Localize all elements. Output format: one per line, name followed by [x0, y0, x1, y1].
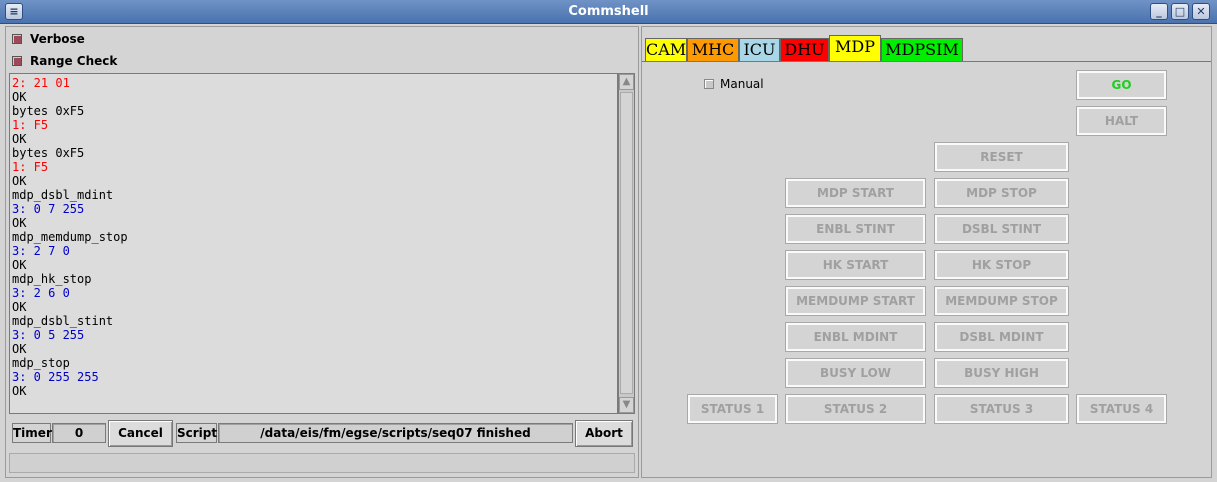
- dsbl-stint-button[interactable]: DSBL STINT: [934, 214, 1069, 244]
- console-line: 3: 2 6 0: [12, 286, 70, 300]
- scroll-down-arrow-icon[interactable]: ▼: [619, 397, 634, 413]
- tab-mdpsim[interactable]: MDPSIM: [881, 38, 963, 62]
- console-scrollbar[interactable]: ▲ ▼: [618, 73, 635, 414]
- close-button[interactable]: ✕: [1192, 3, 1210, 20]
- go-button[interactable]: GO: [1076, 70, 1167, 100]
- enbl-stint-button[interactable]: ENBL STINT: [785, 214, 926, 244]
- reset-button[interactable]: RESET: [934, 142, 1069, 172]
- status-3-button[interactable]: STATUS 3: [934, 394, 1069, 424]
- console-line: bytes 0xF5: [12, 104, 85, 118]
- tab-cam[interactable]: CAM: [645, 38, 687, 62]
- memdump-start-button[interactable]: MEMDUMP START: [785, 286, 926, 316]
- minimize-button[interactable]: _: [1150, 3, 1168, 20]
- script-path-field: /data/eis/fm/egse/scripts/seq07 finished: [218, 423, 573, 443]
- mdp-start-button[interactable]: MDP START: [785, 178, 926, 208]
- hk-start-button[interactable]: HK START: [785, 250, 926, 280]
- window-title: Commshell: [568, 4, 649, 19]
- console-line: OK: [12, 216, 27, 230]
- console-line: mdp_stop: [12, 356, 70, 370]
- tab-icu[interactable]: ICU: [739, 38, 780, 62]
- manual-label: Manual: [720, 77, 764, 91]
- bottom-status-field: [9, 453, 635, 473]
- busy-low-button[interactable]: BUSY LOW: [785, 358, 926, 388]
- cancel-button[interactable]: Cancel: [108, 420, 173, 447]
- manual-checkbox[interactable]: Manual: [704, 77, 764, 91]
- verbose-checkbox-box[interactable]: [12, 34, 22, 44]
- halt-button[interactable]: HALT: [1076, 106, 1167, 136]
- range-check-checkbox[interactable]: Range Check: [12, 54, 117, 70]
- tab-divider: [642, 61, 1211, 62]
- timer-label: Timer: [12, 423, 52, 443]
- script-status-bar: Timer 0 Cancel Script /data/eis/fm/egse/…: [9, 419, 635, 449]
- verbose-label: Verbose: [30, 32, 85, 46]
- console-line: mdp_dsbl_stint: [12, 314, 114, 328]
- abort-button[interactable]: Abort: [575, 420, 633, 447]
- console-line: mdp_memdump_stop: [12, 230, 128, 244]
- console-line: 1: F5: [12, 160, 49, 174]
- scroll-up-arrow-icon[interactable]: ▲: [619, 74, 634, 90]
- console-line: OK: [12, 258, 27, 272]
- enbl-mdint-button[interactable]: ENBL MDINT: [785, 322, 926, 352]
- timer-value: 0: [52, 423, 106, 443]
- console-line: OK: [12, 342, 27, 356]
- scroll-thumb[interactable]: [620, 92, 633, 394]
- console-output[interactable]: 2: 21 01 OK bytes 0xF5 1: F5 OK bytes 0xF5 1: …: [9, 73, 618, 414]
- script-label: Script: [176, 423, 217, 443]
- console-line: 3: 0 7 255: [12, 202, 85, 216]
- console-line: 3: 0 255 255: [12, 370, 99, 384]
- tab-mdp[interactable]: MDP: [829, 35, 881, 62]
- manual-checkbox-box[interactable]: [704, 79, 714, 89]
- console-line: OK: [12, 384, 27, 398]
- status-1-button[interactable]: STATUS 1: [687, 394, 778, 424]
- title-bar: ≡ Commshell _ □ ✕: [0, 0, 1217, 24]
- console-line: mdp_dsbl_mdint: [12, 188, 114, 202]
- verbose-checkbox[interactable]: Verbose: [12, 32, 85, 48]
- mdp-stop-button[interactable]: MDP STOP: [934, 178, 1069, 208]
- console-line: 1: F5: [12, 118, 49, 132]
- hk-stop-button[interactable]: HK STOP: [934, 250, 1069, 280]
- console-line: OK: [12, 90, 27, 104]
- maximize-button[interactable]: □: [1171, 3, 1189, 20]
- memdump-stop-button[interactable]: MEMDUMP STOP: [934, 286, 1069, 316]
- control-panel: CAM MHC ICU DHU MDP MDPSIM Manual GO HALT RES…: [641, 26, 1212, 478]
- busy-high-button[interactable]: BUSY HIGH: [934, 358, 1069, 388]
- console-line: 3: 2 7 0: [12, 244, 70, 258]
- console-line: OK: [12, 174, 27, 188]
- status-2-button[interactable]: STATUS 2: [785, 394, 926, 424]
- tab-mhc[interactable]: MHC: [687, 38, 739, 62]
- tab-dhu[interactable]: DHU: [780, 38, 829, 62]
- console-line: OK: [12, 300, 27, 314]
- range-check-checkbox-box[interactable]: [12, 56, 22, 66]
- console-line: OK: [12, 132, 27, 146]
- log-panel: Verbose Range Check 2: 21 01 OK bytes 0xF5…: [5, 26, 639, 478]
- dsbl-mdint-button[interactable]: DSBL MDINT: [934, 322, 1069, 352]
- status-4-button[interactable]: STATUS 4: [1076, 394, 1167, 424]
- console-line: 3: 0 5 255: [12, 328, 85, 342]
- console-line: 2: 21 01: [12, 76, 70, 90]
- range-check-label: Range Check: [30, 54, 118, 68]
- console-line: bytes 0xF5: [12, 146, 85, 160]
- console-line: mdp_hk_stop: [12, 272, 92, 286]
